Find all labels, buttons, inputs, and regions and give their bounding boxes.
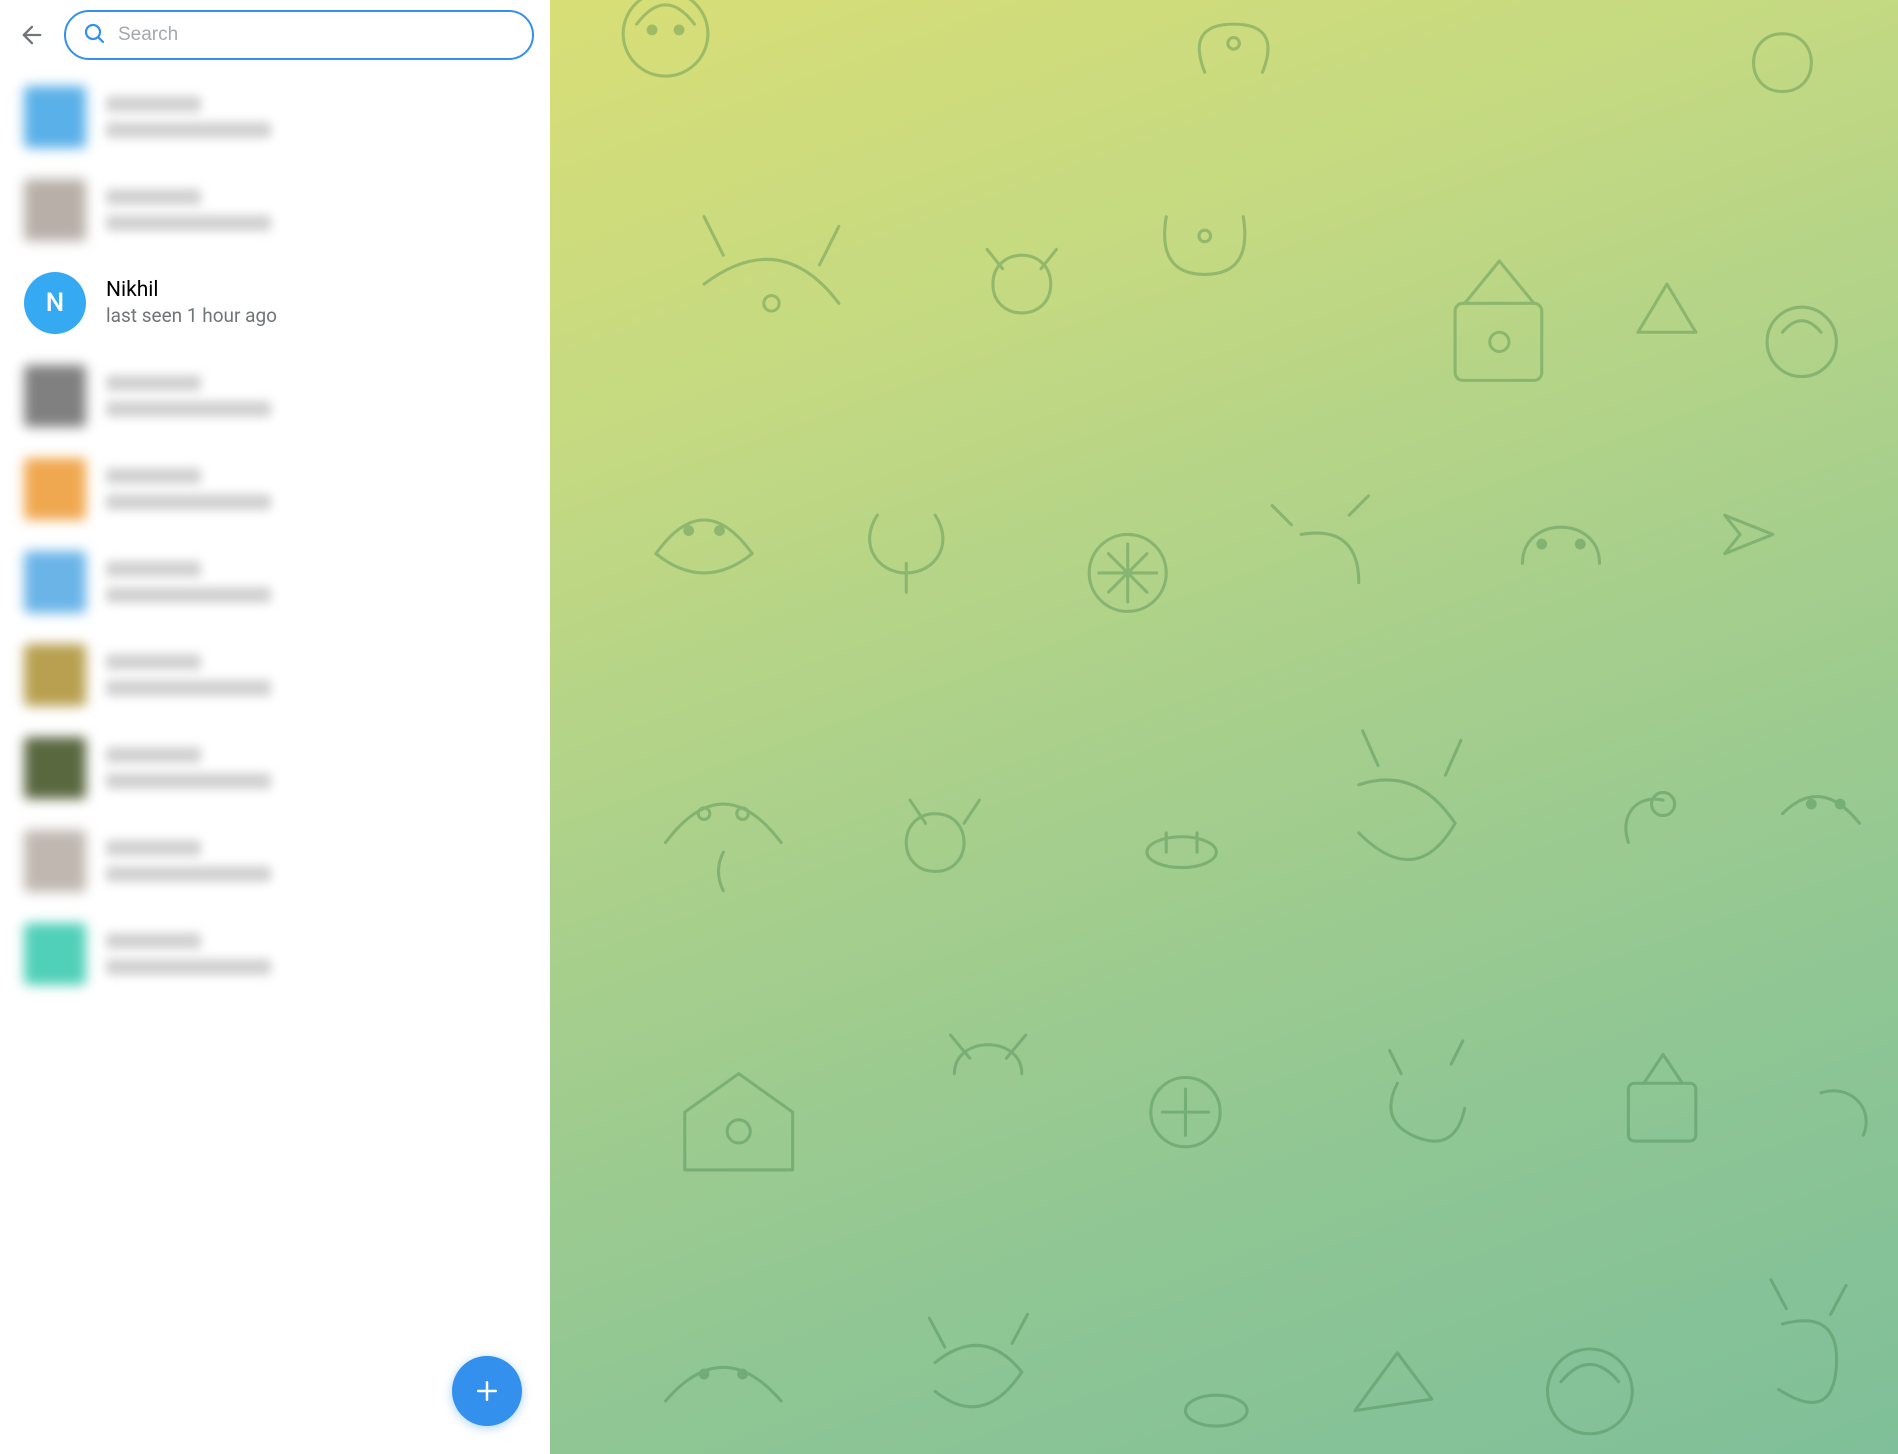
chat-meta: [106, 933, 534, 975]
app-root: N Nikhil last seen 1 hour ago: [0, 0, 1898, 1454]
back-button[interactable]: [8, 11, 56, 59]
search-input[interactable]: [64, 10, 534, 60]
plus-icon: [472, 1376, 502, 1406]
avatar: [24, 923, 86, 985]
avatar: [24, 644, 86, 706]
chat-item-nikhil[interactable]: N Nikhil last seen 1 hour ago: [0, 256, 550, 349]
chat-meta: [106, 96, 534, 138]
background-pattern-icon: [550, 0, 1898, 1454]
chat-meta: [106, 561, 534, 603]
chat-meta: [106, 747, 534, 789]
blurred-name: [106, 189, 201, 205]
blurred-name: [106, 933, 201, 949]
chat-meta: [106, 840, 534, 882]
chat-item-blurred[interactable]: [0, 907, 550, 1000]
avatar: N: [24, 272, 86, 334]
chat-item-blurred[interactable]: [0, 721, 550, 814]
blurred-name: [106, 468, 201, 484]
blurred-name: [106, 747, 201, 763]
contact-name: Nikhil: [106, 278, 534, 302]
compose-button[interactable]: [452, 1356, 522, 1426]
blurred-status: [106, 401, 271, 417]
avatar: [24, 458, 86, 520]
chat-item-blurred[interactable]: [0, 535, 550, 628]
chat-background: [550, 0, 1898, 1454]
avatar: [24, 86, 86, 148]
blurred-status: [106, 773, 271, 789]
chat-item-blurred[interactable]: [0, 163, 550, 256]
chat-meta: [106, 468, 534, 510]
contact-status: last seen 1 hour ago: [106, 304, 534, 327]
blurred-status: [106, 959, 271, 975]
chat-item-blurred[interactable]: [0, 628, 550, 721]
blurred-name: [106, 561, 201, 577]
avatar: [24, 179, 86, 241]
blurred-status: [106, 122, 271, 138]
blurred-status: [106, 680, 271, 696]
blurred-status: [106, 587, 271, 603]
sidebar: N Nikhil last seen 1 hour ago: [0, 0, 550, 1454]
search-field-wrap: [64, 10, 534, 60]
blurred-status: [106, 866, 271, 882]
chat-item-blurred[interactable]: [0, 349, 550, 442]
avatar: [24, 551, 86, 613]
search-header: [0, 0, 550, 70]
avatar: [24, 830, 86, 892]
chat-meta: [106, 189, 534, 231]
blurred-name: [106, 840, 201, 856]
blurred-name: [106, 96, 201, 112]
blurred-status: [106, 215, 271, 231]
avatar: [24, 365, 86, 427]
chat-list[interactable]: N Nikhil last seen 1 hour ago: [0, 70, 550, 1454]
arrow-left-icon: [18, 21, 46, 49]
chat-meta: [106, 375, 534, 417]
chat-meta: [106, 654, 534, 696]
avatar: [24, 737, 86, 799]
chat-item-blurred[interactable]: [0, 442, 550, 535]
chat-item-blurred[interactable]: [0, 814, 550, 907]
blurred-status: [106, 494, 271, 510]
chat-meta: Nikhil last seen 1 hour ago: [106, 278, 534, 327]
chat-item-blurred[interactable]: [0, 70, 550, 163]
blurred-name: [106, 654, 201, 670]
avatar-initial: N: [46, 288, 64, 318]
blurred-name: [106, 375, 201, 391]
